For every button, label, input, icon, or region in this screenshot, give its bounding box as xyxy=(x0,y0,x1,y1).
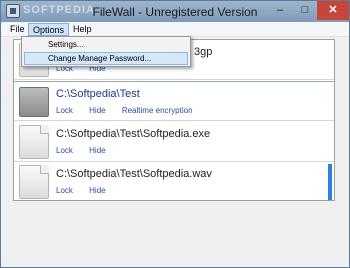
lock-link[interactable]: Lock xyxy=(56,186,73,195)
list-item[interactable]: C:\Softpedia\Test\Softpedia.exe Lock Hid… xyxy=(14,122,334,162)
maximize-button[interactable]: □ xyxy=(293,1,317,20)
file-actions: Lock Hide xyxy=(56,146,120,155)
close-button[interactable]: ✕ xyxy=(317,1,349,20)
app-window: SOFTPEDIA FileWall - Unregistered Versio… xyxy=(0,0,350,268)
document-icon xyxy=(19,165,49,199)
menu-help[interactable]: Help xyxy=(68,23,97,36)
file-actions: Lock Hide Realtime encryption xyxy=(56,106,207,115)
list-item[interactable]: C:\Softpedia\Test Lock Hide Realtime enc… xyxy=(14,81,334,121)
list-item[interactable]: C:\Softpedia\Test\Softpedia.wav Lock Hid… xyxy=(14,162,334,200)
minimize-button[interactable]: – xyxy=(267,1,293,20)
document-icon xyxy=(19,125,49,159)
file-path: C:\Softpedia\Test\Softpedia.wav xyxy=(56,168,212,180)
menu-file[interactable]: File xyxy=(5,23,30,36)
selection-indicator xyxy=(328,164,332,200)
menu-options[interactable]: Options xyxy=(28,23,70,36)
realtime-encryption-link[interactable]: Realtime encryption xyxy=(122,106,193,115)
title-bar[interactable]: SOFTPEDIA FileWall - Unregistered Versio… xyxy=(1,1,349,22)
options-dropdown-menu: Settings... Change Manage Password... xyxy=(21,36,191,67)
hide-link[interactable]: Hide xyxy=(89,186,105,195)
lock-link[interactable]: Lock xyxy=(56,146,73,155)
hide-link[interactable]: Hide xyxy=(89,146,105,155)
hide-link[interactable]: Hide xyxy=(89,106,105,115)
menu-item-settings[interactable]: Settings... xyxy=(24,39,188,52)
file-actions: Lock Hide xyxy=(56,186,120,195)
menu-bar: File Options Help xyxy=(1,22,349,37)
lock-link[interactable]: Lock xyxy=(56,106,73,115)
file-path: C:\Softpedia\Test\Softpedia.exe xyxy=(56,128,211,140)
menu-item-change-password[interactable]: Change Manage Password... xyxy=(24,52,188,65)
file-path: 3gp xyxy=(194,46,213,58)
file-path: C:\Softpedia\Test xyxy=(56,88,140,100)
folder-icon xyxy=(19,87,49,117)
